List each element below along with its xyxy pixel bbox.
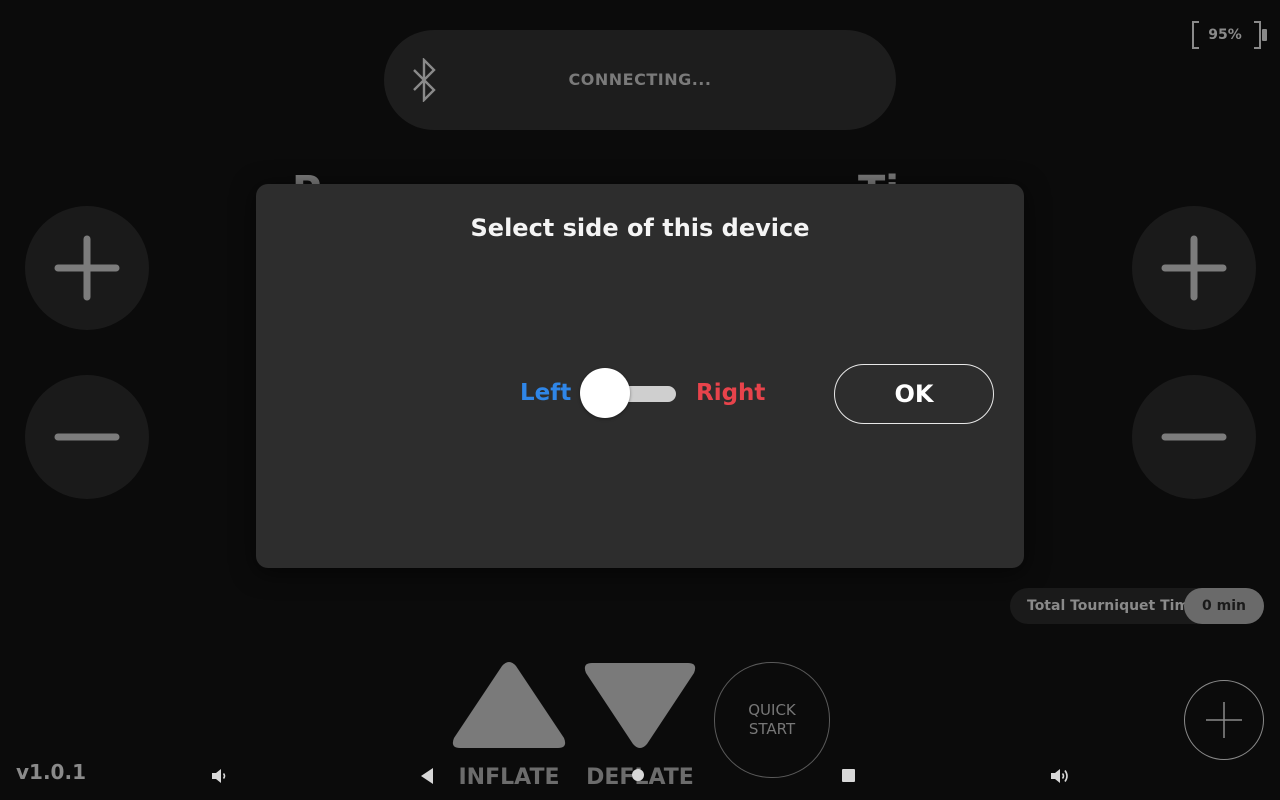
left-increase-button[interactable]: [25, 206, 149, 330]
minus-icon: [54, 433, 120, 441]
add-button[interactable]: [1184, 680, 1264, 760]
connection-status-pill: CONNECTING...: [384, 30, 896, 130]
tourniquet-time-label: Total Tourniquet Time: [1027, 598, 1199, 614]
inflate-label: INFLATE: [458, 765, 560, 790]
plus-icon: [54, 235, 120, 301]
inflate-button[interactable]: [450, 660, 568, 752]
tourniquet-time-value: 0 min: [1184, 588, 1264, 624]
ok-button[interactable]: OK: [834, 364, 994, 424]
quick-start-button[interactable]: QUICK START: [714, 662, 830, 778]
quick-start-line2: START: [748, 720, 796, 738]
deflate-button[interactable]: [582, 660, 698, 752]
battery-percent: 95%: [1208, 27, 1242, 43]
triangle-down-icon: [584, 663, 696, 748]
select-side-dialog: Select side of this device Left Right OK: [256, 184, 1024, 568]
triangle-up-icon: [452, 662, 566, 748]
plus-icon: [1206, 702, 1242, 738]
side-right-label[interactable]: Right: [696, 380, 765, 406]
dialog-title: Select side of this device: [470, 214, 810, 242]
right-increase-button[interactable]: [1132, 206, 1256, 330]
connection-status-text: CONNECTING...: [568, 70, 712, 89]
right-decrease-button[interactable]: [1132, 375, 1256, 499]
plus-icon: [1161, 235, 1227, 301]
side-left-label[interactable]: Left: [520, 380, 571, 406]
app-version: v1.0.1: [16, 760, 86, 784]
side-toggle-thumb[interactable]: [580, 368, 630, 418]
battery-indicator: 95%: [1190, 20, 1270, 50]
volume-up-icon[interactable]: [1049, 766, 1071, 786]
left-decrease-button[interactable]: [25, 375, 149, 499]
volume-down-icon[interactable]: [210, 767, 228, 785]
minus-icon: [1161, 433, 1227, 441]
total-tourniquet-time: Total Tourniquet Time 0 min: [1010, 588, 1264, 624]
quick-start-line1: QUICK: [748, 701, 796, 719]
recents-icon[interactable]: [841, 768, 856, 783]
back-icon[interactable]: [419, 767, 435, 785]
home-icon[interactable]: [631, 768, 645, 782]
